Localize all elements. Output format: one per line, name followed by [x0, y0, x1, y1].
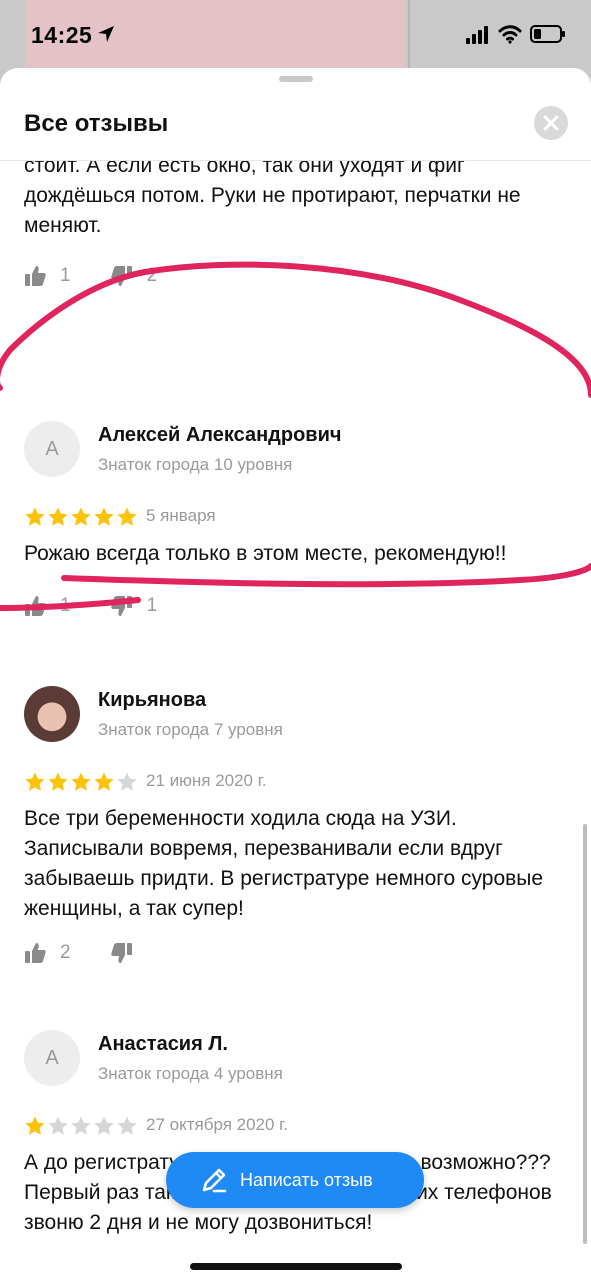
pencil-icon — [202, 1168, 227, 1193]
review-votes: 1 1 — [24, 593, 197, 619]
star-filled-icon — [25, 507, 45, 526]
status-bar: 14:25 — [0, 0, 591, 70]
like-button[interactable]: 2 — [24, 942, 71, 964]
rating-stars — [24, 1115, 139, 1137]
wifi-icon — [498, 25, 522, 44]
star-filled-icon — [48, 507, 68, 526]
review-author[interactable]: Алексей Александрович — [98, 424, 342, 447]
star-empty-icon — [71, 1116, 91, 1135]
star-filled-icon — [71, 507, 91, 526]
sheet-title: Все отзывы — [24, 110, 169, 137]
star-filled-icon — [25, 1116, 45, 1135]
star-filled-icon — [48, 772, 68, 791]
write-review-label: Написать отзыв — [240, 1169, 373, 1190]
star-filled-icon — [25, 772, 45, 791]
review-text-partial: стоит. А если есть окно, так они уходят … — [24, 161, 521, 237]
review-votes: 2 — [24, 940, 187, 966]
star-empty-icon — [94, 1116, 114, 1135]
star-filled-icon — [117, 507, 137, 526]
star-filled-icon — [71, 772, 91, 791]
star-filled-icon — [94, 507, 114, 526]
review-text: Рожаю всегда только в этом месте, рекоме… — [24, 542, 507, 565]
author-level: Знаток города 4 уровня — [98, 1064, 283, 1083]
dislike-count: 2 — [146, 265, 158, 286]
location-arrow-icon — [98, 26, 114, 42]
review-date: 5 января — [146, 506, 216, 525]
author-level: Знаток города 7 уровня — [98, 720, 283, 739]
like-count: 1 — [60, 595, 71, 616]
thumbs-down-icon — [110, 943, 132, 963]
star-empty-icon — [48, 1116, 68, 1135]
thumbs-down-icon — [110, 266, 132, 286]
close-icon — [543, 115, 559, 131]
review-votes: 1 2 — [24, 263, 197, 289]
avatar-photo[interactable] — [24, 686, 80, 742]
cellular-signal-icon — [466, 26, 488, 44]
review-date: 21 июня 2020 г. — [146, 771, 267, 790]
star-filled-icon — [94, 772, 114, 791]
review-text: Все три беременности ходила сюда на УЗИ.… — [24, 807, 544, 920]
dislike-button[interactable]: 2 — [110, 265, 158, 287]
dislike-button[interactable]: 1 — [110, 595, 158, 617]
avatar[interactable]: А — [24, 1030, 80, 1086]
reviews-list[interactable]: стоит. А если есть окно, так они уходят … — [0, 161, 591, 1280]
scroll-indicator[interactable] — [583, 824, 587, 1244]
dislike-count: 1 — [146, 595, 158, 616]
status-time: 14:25 — [31, 22, 93, 48]
avatar[interactable]: А — [24, 421, 80, 477]
write-review-button[interactable]: Написать отзыв — [166, 1152, 424, 1208]
like-button[interactable]: 1 — [24, 595, 71, 617]
rating-stars — [24, 506, 139, 528]
review-author[interactable]: Кирьянова — [98, 689, 206, 712]
review-date: 27 октября 2020 г. — [146, 1115, 289, 1134]
like-button[interactable]: 1 — [24, 265, 71, 287]
thumbs-up-icon — [25, 943, 46, 963]
dislike-button[interactable] — [110, 942, 147, 964]
thumbs-up-icon — [25, 266, 46, 286]
like-count: 2 — [60, 942, 71, 963]
battery-icon — [530, 25, 565, 43]
star-empty-icon — [117, 1116, 137, 1135]
close-button[interactable] — [534, 106, 568, 140]
reviews-sheet: Все отзывы стоит. А если есть окно, так … — [0, 68, 591, 1280]
home-indicator[interactable] — [190, 1263, 402, 1270]
sheet-grabber[interactable] — [279, 76, 313, 82]
star-empty-icon — [117, 772, 137, 791]
like-count: 1 — [60, 265, 71, 286]
thumbs-up-icon — [25, 596, 46, 616]
rating-stars — [24, 771, 139, 793]
author-level: Знаток города 10 уровня — [98, 455, 293, 474]
review-author[interactable]: Анастасия Л. — [98, 1033, 228, 1056]
thumbs-down-icon — [110, 596, 132, 616]
